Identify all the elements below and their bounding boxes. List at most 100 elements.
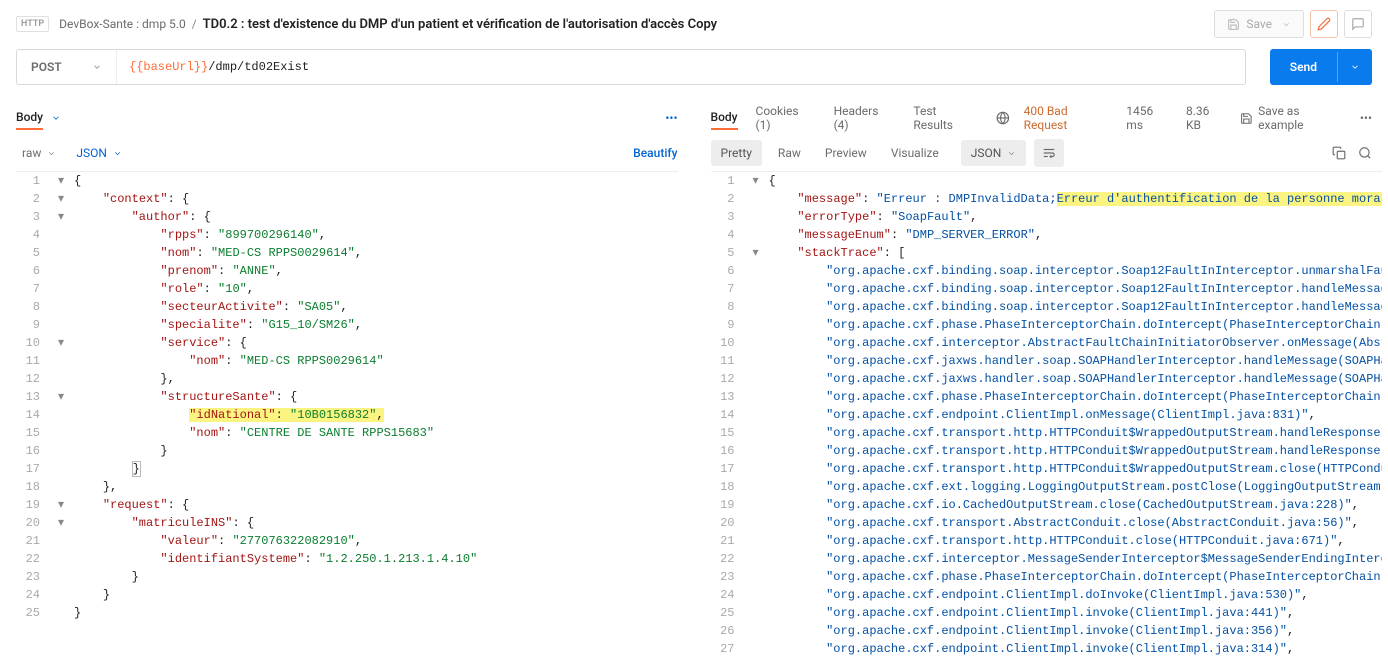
fold-gutter[interactable]: ▾ [50,172,72,190]
code-line[interactable]: 4 "rpps": "899700296140", [16,226,678,244]
line-content[interactable]: "org.apache.cxf.interceptor.AbstractFaul… [767,334,1383,352]
code-line[interactable]: 19▾ "request": { [16,496,678,514]
save-example-button[interactable]: Save as example [1240,104,1345,132]
code-line[interactable]: 4 "messageEnum": "DMP_SERVER_ERROR", [711,226,1383,244]
format-select[interactable]: JSON [961,140,1027,166]
line-content[interactable]: "author": { [72,208,678,226]
code-line[interactable]: 10▾ "service": { [16,334,678,352]
line-content[interactable]: } [72,586,678,604]
line-content[interactable]: "idNational": "10B0156832", [72,406,678,424]
line-content[interactable]: "org.apache.cxf.phase.PhaseInterceptorCh… [767,316,1383,334]
fold-gutter[interactable]: ▾ [50,496,72,514]
code-line[interactable]: 21 "valeur": "277076322082910", [16,532,678,550]
line-content[interactable]: "org.apache.cxf.endpoint.ClientImpl.invo… [767,604,1383,622]
line-content[interactable]: "role": "10", [72,280,678,298]
fold-gutter[interactable]: ▾ [745,172,767,190]
line-content[interactable]: "org.apache.cxf.endpoint.ClientImpl.invo… [767,622,1383,640]
line-content[interactable]: "specialite": "G15_10/SM26", [72,316,678,334]
line-content[interactable]: "identifiantSysteme": "1.2.250.1.213.1.4… [72,550,678,568]
code-line[interactable]: 2▾ "context": { [16,190,678,208]
line-content[interactable]: "messageEnum": "DMP_SERVER_ERROR", [767,226,1383,244]
code-line[interactable]: 7 "role": "10", [16,280,678,298]
breadcrumb-collection[interactable]: DevBox-Sante : dmp 5.0 [59,17,186,31]
code-line[interactable]: 20 "org.apache.cxf.transport.AbstractCon… [711,514,1383,532]
code-line[interactable]: 12 "org.apache.cxf.jaxws.handler.soap.SO… [711,370,1383,388]
code-line[interactable]: 24 "org.apache.cxf.endpoint.ClientImpl.d… [711,586,1383,604]
line-content[interactable]: "org.apache.cxf.transport.http.HTTPCondu… [767,442,1383,460]
send-dropdown[interactable] [1337,52,1372,82]
code-line[interactable]: 9 "org.apache.cxf.phase.PhaseInterceptor… [711,316,1383,334]
line-content[interactable]: "service": { [72,334,678,352]
chevron-down-icon[interactable] [51,113,61,123]
format-select[interactable]: JSON [70,142,128,164]
code-line[interactable]: 3▾ "author": { [16,208,678,226]
line-content[interactable]: } [72,568,678,586]
code-line[interactable]: 22 "org.apache.cxf.interceptor.MessageSe… [711,550,1383,568]
code-line[interactable]: 6 "org.apache.cxf.binding.soap.intercept… [711,262,1383,280]
code-line[interactable]: 12 }, [16,370,678,388]
code-line[interactable]: 14 "idNational": "10B0156832", [16,406,678,424]
request-editor[interactable]: 1▾{2▾ "context": {3▾ "author": {4 "rpps"… [16,171,678,659]
code-line[interactable]: 11 "org.apache.cxf.jaxws.handler.soap.SO… [711,352,1383,370]
line-content[interactable]: } [72,442,678,460]
fold-gutter[interactable]: ▾ [50,190,72,208]
code-line[interactable]: 15 "nom": "CENTRE DE SANTE RPPS15683" [16,424,678,442]
code-line[interactable]: 1▾{ [16,172,678,190]
code-line[interactable]: 10 "org.apache.cxf.interceptor.AbstractF… [711,334,1383,352]
http-method-select[interactable]: POST [17,50,117,84]
line-content[interactable]: "matriculeINS": { [72,514,678,532]
url-input[interactable]: {{baseUrl}}/dmp/td02Exist [117,50,1245,84]
search-icon[interactable] [1358,146,1372,160]
code-line[interactable]: 19 "org.apache.cxf.io.CachedOutputStream… [711,496,1383,514]
line-content[interactable]: "org.apache.cxf.transport.http.HTTPCondu… [767,424,1383,442]
code-line[interactable]: 23 "org.apache.cxf.phase.PhaseIntercepto… [711,568,1383,586]
line-content[interactable]: }, [72,370,678,388]
line-content[interactable]: "org.apache.cxf.jaxws.handler.soap.SOAPH… [767,370,1383,388]
line-content[interactable]: "rpps": "899700296140", [72,226,678,244]
view-raw[interactable]: Raw [770,140,809,166]
line-content[interactable]: "errorType": "SoapFault", [767,208,1383,226]
code-line[interactable]: 27 "org.apache.cxf.endpoint.ClientImpl.i… [711,640,1383,658]
code-line[interactable]: 2 "message": "Erreur : DMPInvalidData;Er… [711,190,1383,208]
line-content[interactable]: "org.apache.cxf.endpoint.ClientImpl.onMe… [767,406,1383,424]
comment-button[interactable] [1344,10,1372,38]
code-line[interactable]: 9 "specialite": "G15_10/SM26", [16,316,678,334]
line-content[interactable]: "org.apache.cxf.binding.soap.interceptor… [767,262,1383,280]
line-content[interactable]: "secteurActivite": "SA05", [72,298,678,316]
code-line[interactable]: 17 } [16,460,678,478]
beautify-button[interactable]: Beautify [633,146,677,160]
code-line[interactable]: 23 } [16,568,678,586]
code-line[interactable]: 8 "org.apache.cxf.binding.soap.intercept… [711,298,1383,316]
code-line[interactable]: 16 "org.apache.cxf.transport.http.HTTPCo… [711,442,1383,460]
code-line[interactable]: 25 "org.apache.cxf.endpoint.ClientImpl.i… [711,604,1383,622]
more-icon[interactable]: ••• [1360,111,1372,125]
line-content[interactable]: "org.apache.cxf.binding.soap.interceptor… [767,280,1383,298]
code-line[interactable]: 22 "identifiantSysteme": "1.2.250.1.213.… [16,550,678,568]
code-line[interactable]: 6 "prenom": "ANNE", [16,262,678,280]
line-content[interactable]: "org.apache.cxf.phase.PhaseInterceptorCh… [767,388,1383,406]
line-content[interactable]: "nom": "MED-CS RPPS0029614", [72,244,678,262]
send-label[interactable]: Send [1270,50,1337,84]
code-line[interactable]: 17 "org.apache.cxf.transport.http.HTTPCo… [711,460,1383,478]
tab-test-results[interactable]: Test Results [913,100,978,136]
request-title[interactable]: TD0.2 : test d'existence du DMP d'un pat… [203,17,718,32]
mode-select[interactable]: raw [16,142,62,164]
tab-headers[interactable]: Headers (4) [834,100,896,136]
line-content[interactable]: "context": { [72,190,678,208]
code-line[interactable]: 16 } [16,442,678,460]
fold-gutter[interactable]: ▾ [50,208,72,226]
line-content[interactable]: { [767,172,1383,190]
code-line[interactable]: 5 "nom": "MED-CS RPPS0029614", [16,244,678,262]
line-content[interactable]: "structureSante": { [72,388,678,406]
line-content[interactable]: "org.apache.cxf.transport.AbstractCondui… [767,514,1383,532]
code-line[interactable]: 18 }, [16,478,678,496]
line-content[interactable]: "prenom": "ANNE", [72,262,678,280]
fold-gutter[interactable]: ▾ [50,334,72,352]
fold-gutter[interactable]: ▾ [745,244,767,262]
code-line[interactable]: 8 "secteurActivite": "SA05", [16,298,678,316]
code-line[interactable]: 13 "org.apache.cxf.phase.PhaseIntercepto… [711,388,1383,406]
view-pretty[interactable]: Pretty [711,140,762,166]
save-button[interactable]: Save [1214,10,1304,38]
code-line[interactable]: 1▾{ [711,172,1383,190]
line-content[interactable]: "nom": "CENTRE DE SANTE RPPS15683" [72,424,678,442]
